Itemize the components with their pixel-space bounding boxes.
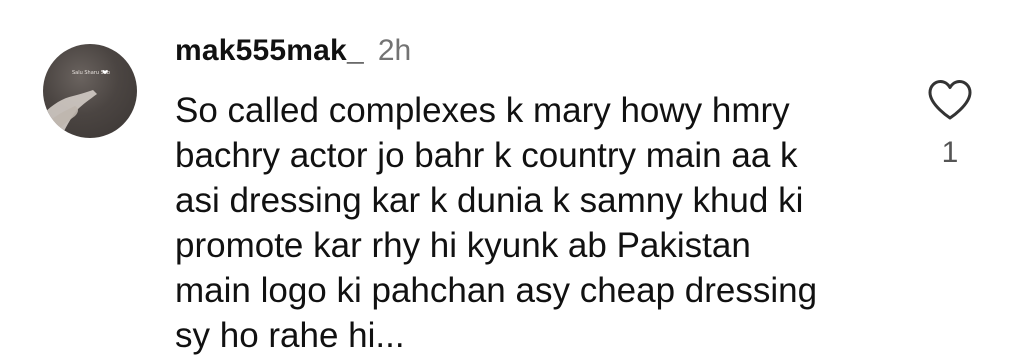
comment-header: mak555mak_ 2h: [175, 34, 411, 74]
username-link[interactable]: mak555mak_: [175, 34, 364, 68]
timestamp: 2h: [377, 34, 412, 67]
heart-outline-icon: [928, 80, 972, 120]
comment-line: asi dressing kar k dunia k samny khud ki: [175, 181, 804, 220]
like-count: 1: [941, 136, 959, 169]
comment-line: So called complexes k mary howy hmry: [175, 91, 790, 130]
comment-line: main logo ki pahchan asy cheap dressing: [175, 271, 818, 310]
comment-line: bachry actor jo bahr k country main aa k: [175, 136, 798, 175]
comment-line: sy ho rahe hi...: [175, 316, 405, 355]
avatar[interactable]: Salu Sharu Sab: [43, 44, 137, 138]
like-button[interactable]: [926, 78, 974, 122]
avatar-image: Salu Sharu Sab: [43, 70, 110, 138]
comment-line: promote kar rhy hi kyunk ab Pakistan: [175, 226, 751, 265]
comment: Salu Sharu Sab mak555mak_ 2h So called c…: [0, 0, 1024, 355]
comment-text: So called complexes k mary howy hmry bac…: [175, 88, 895, 358]
